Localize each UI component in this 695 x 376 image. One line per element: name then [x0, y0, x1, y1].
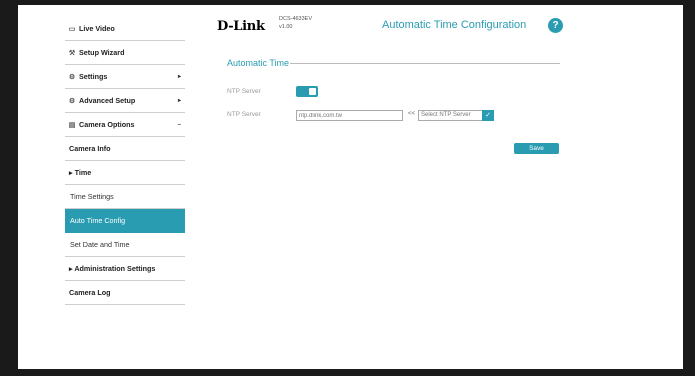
chevron-down-icon: ✓ [482, 110, 494, 121]
chevron-right-icon: ▸ [177, 98, 181, 104]
sidebar-item-auto-time-config[interactable]: Auto Time Config [65, 209, 185, 233]
ntp-server-input[interactable] [296, 110, 403, 121]
sidebar-item-label: Camera Log [69, 288, 111, 297]
select-value: Select NTP Server [421, 112, 471, 118]
collapse-icon: – [177, 121, 181, 128]
sidebar-item-label: Auto Time Config [70, 216, 126, 225]
sidebar: ▭ Live Video ⚒ Setup Wizard ⚙ Settings ▸… [65, 17, 185, 305]
sidebar-item-label: Advanced Setup [79, 96, 136, 105]
sidebar-item-camera-log[interactable]: Camera Log [65, 281, 185, 305]
sidebar-item-label: Settings [79, 72, 108, 81]
ntp-server-toggle[interactable] [296, 86, 318, 97]
ntp-server-label: NTP Server [227, 111, 261, 118]
sidebar-item-camera-options[interactable]: ▤ Camera Options – [65, 113, 185, 137]
sidebar-item-settings[interactable]: ⚙ Settings ▸ [65, 65, 185, 89]
sidebar-item-label: Set Date and Time [70, 240, 130, 249]
sidebar-item-label: Time Settings [70, 192, 114, 201]
section-divider [290, 63, 560, 64]
sidebar-item-time[interactable]: ▸ Time [65, 161, 185, 185]
sidebar-item-label: Setup Wizard [79, 48, 125, 57]
dlink-logo: D-Link [217, 19, 265, 34]
sidebar-item-set-date-and-time[interactable]: Set Date and Time [65, 233, 185, 257]
firmware-version: v1.00 [279, 24, 293, 30]
sidebar-item-live-video[interactable]: ▭ Live Video [65, 17, 185, 41]
sidebar-item-label: ▸ Time [69, 168, 92, 177]
gears-icon: ⚙ [68, 97, 76, 105]
ntp-toggle-label: NTP Server [227, 88, 261, 95]
chevron-right-icon: ▸ [177, 74, 181, 80]
toggle-knob [309, 88, 316, 95]
ntp-server-select[interactable]: Select NTP Server ✓ [418, 110, 494, 121]
sidebar-item-label: ▸ Administration Settings [69, 264, 156, 273]
document-icon: ▤ [68, 121, 76, 129]
sidebar-item-setup-wizard[interactable]: ⚒ Setup Wizard [65, 41, 185, 65]
gear-icon: ⚙ [68, 73, 76, 81]
save-button[interactable]: Save [514, 143, 559, 154]
sidebar-item-administration-settings[interactable]: ▸ Administration Settings [65, 257, 185, 281]
sidebar-item-label: Camera Info [69, 144, 111, 153]
sidebar-item-advanced-setup[interactable]: ⚙ Advanced Setup ▸ [65, 89, 185, 113]
sidebar-item-label: Live Video [79, 24, 115, 33]
model-info: DCS-4633EV v1.00 [279, 15, 312, 31]
sidebar-item-time-settings[interactable]: Time Settings [65, 185, 185, 209]
copy-arrow-text: << [408, 111, 416, 117]
video-icon: ▭ [68, 25, 76, 33]
page-title: Automatic Time Configuration [382, 19, 527, 31]
help-icon[interactable]: ? [548, 18, 563, 33]
section-title: Automatic Time [227, 58, 290, 68]
wand-icon: ⚒ [68, 49, 76, 57]
sidebar-item-label: Camera Options [79, 120, 135, 129]
sidebar-item-camera-info[interactable]: Camera Info [65, 137, 185, 161]
model-name: DCS-4633EV [279, 16, 313, 22]
